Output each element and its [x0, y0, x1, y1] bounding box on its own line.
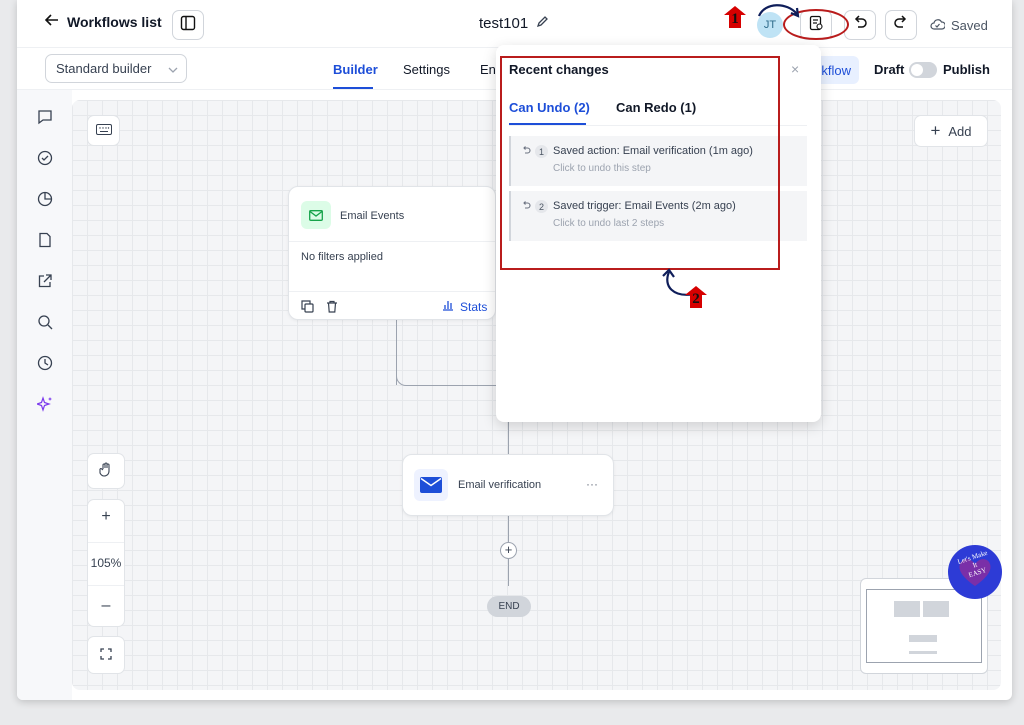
fit-view-button[interactable] [87, 636, 125, 674]
marker-1-number: 1 [731, 11, 739, 27]
copy-icon[interactable] [301, 300, 314, 318]
minimap-node [909, 635, 937, 642]
close-icon[interactable]: × [791, 61, 799, 77]
trigger-node-filters: No filters applied [301, 251, 383, 263]
pie-chart-icon[interactable] [35, 189, 55, 209]
keyboard-icon [95, 123, 112, 138]
document-icon[interactable] [35, 230, 55, 250]
stats-label: Stats [460, 299, 488, 314]
hand-icon [99, 462, 113, 480]
bar-chart-icon [442, 299, 454, 314]
end-node: END [487, 596, 531, 617]
add-button[interactable]: + Add [914, 115, 988, 147]
back-label: Workflows list [67, 13, 162, 30]
tab-active-indicator [333, 87, 373, 89]
marker-2-number: 2 [692, 291, 700, 307]
add-step-button[interactable]: + [500, 542, 517, 559]
divider [289, 241, 495, 242]
connector-line [508, 422, 509, 454]
add-label: Add [948, 123, 972, 139]
chevron-down-icon [168, 61, 178, 76]
publish-toggle[interactable] [909, 62, 937, 78]
workflow-title-text: test101 [479, 15, 529, 32]
trigger-node-title: Email Events [340, 210, 405, 222]
undo-icon [852, 14, 868, 36]
search-icon[interactable] [35, 312, 55, 332]
keyboard-shortcuts-button[interactable] [87, 115, 120, 146]
arrow-left-icon [44, 13, 59, 30]
highlight-box [500, 56, 780, 270]
publish-label: Publish [943, 62, 990, 77]
save-status: Saved [930, 18, 988, 33]
history-clock-icon[interactable] [35, 353, 55, 373]
minimap-node [909, 651, 937, 654]
email-green-icon [301, 201, 331, 229]
email-blue-icon [414, 469, 448, 501]
annotation-arrow-1 [757, 4, 800, 18]
back-to-workflows-link[interactable]: Workflows list [44, 13, 162, 30]
redo-button[interactable] [885, 10, 917, 40]
trigger-node-email-events[interactable]: Email Events No filters applied Stats [288, 186, 496, 320]
stats-link[interactable]: Stats [442, 299, 487, 314]
fullscreen-icon [100, 647, 112, 663]
action-node-email-verification[interactable]: Email verification ··· [402, 454, 614, 516]
check-circle-icon[interactable] [35, 148, 55, 168]
redo-icon [893, 14, 909, 36]
zoom-in-button[interactable]: + [88, 508, 124, 526]
cloud-check-icon [930, 18, 946, 33]
tab-builder[interactable]: Builder [333, 62, 378, 77]
builder-select-value: Standard builder [56, 61, 152, 76]
trash-icon[interactable] [326, 300, 338, 318]
pencil-icon[interactable] [536, 15, 549, 32]
watermark-logo: Let's Make It EASY [948, 545, 1002, 599]
connector-branch [396, 370, 496, 386]
divider [88, 542, 124, 543]
zoom-out-button[interactable]: – [88, 597, 124, 615]
workflow-title[interactable]: test101 [479, 15, 549, 32]
saved-label: Saved [951, 18, 988, 33]
app-window: Workflows list test101 JT Saved Standard… [17, 0, 1012, 700]
divider [88, 585, 124, 586]
ai-sparkle-icon[interactable] [35, 394, 55, 414]
tab-settings[interactable]: Settings [403, 62, 450, 77]
left-icon-rail [17, 90, 72, 700]
draft-label: Draft [874, 62, 905, 77]
node-menu-button[interactable]: ··· [586, 477, 598, 491]
divider [289, 291, 495, 292]
zoom-level: 105% [90, 556, 122, 570]
sidebar-panel-icon [180, 15, 196, 36]
comment-icon[interactable] [35, 107, 55, 127]
toggle-sidebar-button[interactable] [172, 10, 204, 40]
external-link-icon[interactable] [35, 271, 55, 291]
minimap-node [923, 601, 949, 617]
minimap-node [894, 601, 920, 617]
tab-enrollment[interactable]: En [480, 62, 496, 77]
action-node-title: Email verification [458, 479, 542, 491]
annotation-marker-1: 1 [724, 6, 746, 28]
zoom-controls: + 105% – [87, 499, 125, 627]
plus-icon: + [930, 121, 941, 140]
top-bar: Workflows list test101 JT Saved [17, 0, 1012, 48]
pan-hand-button[interactable] [87, 453, 125, 489]
annotation-marker-2: 2 [685, 286, 707, 308]
builder-type-select[interactable]: Standard builder [45, 54, 187, 83]
